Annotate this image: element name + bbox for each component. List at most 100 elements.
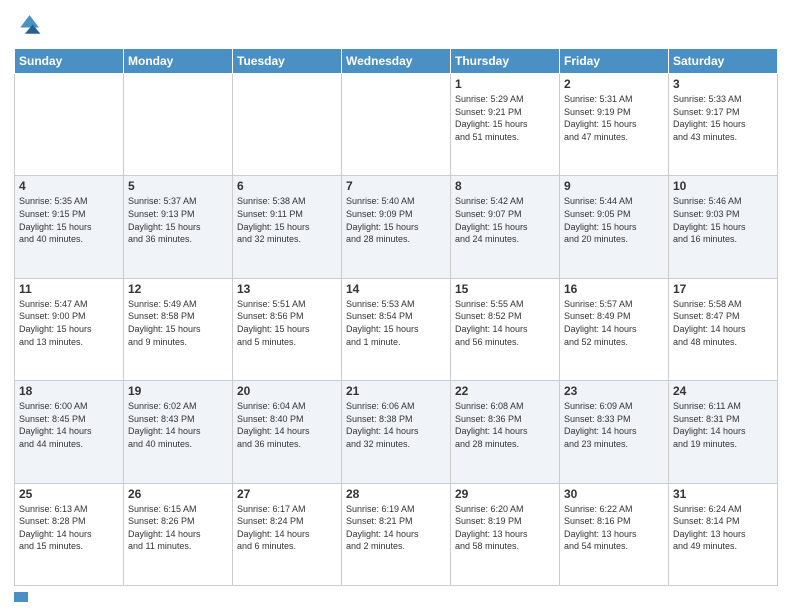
day-cell: 11 Sunrise: 5:47 AM Sunset: 9:00 PM Dayli…	[15, 278, 124, 380]
day-number: 14	[346, 282, 446, 296]
day-info: Sunrise: 6:00 AM Sunset: 8:45 PM Dayligh…	[19, 400, 119, 450]
day-cell: 21 Sunrise: 6:06 AM Sunset: 8:38 PM Dayli…	[342, 381, 451, 483]
day-info: Sunrise: 5:51 AM Sunset: 8:56 PM Dayligh…	[237, 298, 337, 348]
day-cell: 5 Sunrise: 5:37 AM Sunset: 9:13 PM Daylig…	[124, 176, 233, 278]
day-info: Sunrise: 5:58 AM Sunset: 8:47 PM Dayligh…	[673, 298, 773, 348]
day-info: Sunrise: 6:06 AM Sunset: 8:38 PM Dayligh…	[346, 400, 446, 450]
day-cell	[15, 74, 124, 176]
footer	[14, 592, 778, 602]
day-number: 25	[19, 487, 119, 501]
day-cell: 28 Sunrise: 6:19 AM Sunset: 8:21 PM Dayli…	[342, 483, 451, 585]
day-cell: 6 Sunrise: 5:38 AM Sunset: 9:11 PM Daylig…	[233, 176, 342, 278]
day-cell: 12Sunrise: 5:49 AM Sunset: 8:58 PM Dayli…	[124, 278, 233, 380]
day-number: 3	[673, 77, 773, 91]
day-number: 6	[237, 179, 337, 193]
day-info: Sunrise: 6:08 AM Sunset: 8:36 PM Dayligh…	[455, 400, 555, 450]
day-number: 17	[673, 282, 773, 296]
logo-icon	[14, 12, 42, 40]
day-info: Sunrise: 6:15 AM Sunset: 8:26 PM Dayligh…	[128, 503, 228, 553]
day-number: 5	[128, 179, 228, 193]
legend-color-box	[14, 592, 28, 602]
day-info: Sunrise: 6:04 AM Sunset: 8:40 PM Dayligh…	[237, 400, 337, 450]
day-number: 26	[128, 487, 228, 501]
weekday-header-sunday: Sunday	[15, 49, 124, 74]
day-number: 20	[237, 384, 337, 398]
day-cell: 7 Sunrise: 5:40 AM Sunset: 9:09 PM Daylig…	[342, 176, 451, 278]
day-info: Sunrise: 6:19 AM Sunset: 8:21 PM Dayligh…	[346, 503, 446, 553]
day-info: Sunrise: 5:38 AM Sunset: 9:11 PM Dayligh…	[237, 195, 337, 245]
day-info: Sunrise: 6:17 AM Sunset: 8:24 PM Dayligh…	[237, 503, 337, 553]
day-info: Sunrise: 6:24 AM Sunset: 8:14 PM Dayligh…	[673, 503, 773, 553]
day-number: 12	[128, 282, 228, 296]
day-info: Sunrise: 6:13 AM Sunset: 8:28 PM Dayligh…	[19, 503, 119, 553]
day-cell: 4Sunrise: 5:35 AM Sunset: 9:15 PM Daylig…	[15, 176, 124, 278]
day-number: 13	[237, 282, 337, 296]
day-info: Sunrise: 6:20 AM Sunset: 8:19 PM Dayligh…	[455, 503, 555, 553]
day-cell: 27 Sunrise: 6:17 AM Sunset: 8:24 PM Dayli…	[233, 483, 342, 585]
weekday-header-saturday: Saturday	[669, 49, 778, 74]
day-cell: 19 Sunrise: 6:02 AM Sunset: 8:43 PM Dayli…	[124, 381, 233, 483]
calendar-table: SundayMondayTuesdayWednesdayThursdayFrid…	[14, 48, 778, 586]
day-cell: 16Sunrise: 5:57 AM Sunset: 8:49 PM Dayli…	[560, 278, 669, 380]
day-info: Sunrise: 6:02 AM Sunset: 8:43 PM Dayligh…	[128, 400, 228, 450]
day-cell: 8 Sunrise: 5:42 AM Sunset: 9:07 PM Daylig…	[451, 176, 560, 278]
week-row-4: 18 Sunrise: 6:00 AM Sunset: 8:45 PM Dayli…	[15, 381, 778, 483]
day-cell: 31 Sunrise: 6:24 AM Sunset: 8:14 PM Dayli…	[669, 483, 778, 585]
week-row-1: 1Sunrise: 5:29 AM Sunset: 9:21 PM Daylig…	[15, 74, 778, 176]
day-cell: 13 Sunrise: 5:51 AM Sunset: 8:56 PM Dayli…	[233, 278, 342, 380]
day-cell: 18 Sunrise: 6:00 AM Sunset: 8:45 PM Dayli…	[15, 381, 124, 483]
day-info: Sunrise: 5:42 AM Sunset: 9:07 PM Dayligh…	[455, 195, 555, 245]
day-number: 9	[564, 179, 664, 193]
day-info: Sunrise: 5:29 AM Sunset: 9:21 PM Dayligh…	[455, 93, 555, 143]
page: SundayMondayTuesdayWednesdayThursdayFrid…	[0, 0, 792, 612]
day-cell: 9 Sunrise: 5:44 AM Sunset: 9:05 PM Daylig…	[560, 176, 669, 278]
day-number: 31	[673, 487, 773, 501]
day-cell: 14Sunrise: 5:53 AM Sunset: 8:54 PM Dayli…	[342, 278, 451, 380]
day-number: 21	[346, 384, 446, 398]
day-cell: 20 Sunrise: 6:04 AM Sunset: 8:40 PM Dayli…	[233, 381, 342, 483]
weekday-header-friday: Friday	[560, 49, 669, 74]
day-number: 28	[346, 487, 446, 501]
day-info: Sunrise: 5:31 AM Sunset: 9:19 PM Dayligh…	[564, 93, 664, 143]
day-info: Sunrise: 5:57 AM Sunset: 8:49 PM Dayligh…	[564, 298, 664, 348]
day-info: Sunrise: 5:37 AM Sunset: 9:13 PM Dayligh…	[128, 195, 228, 245]
day-number: 19	[128, 384, 228, 398]
header	[14, 12, 778, 40]
day-number: 24	[673, 384, 773, 398]
day-number: 30	[564, 487, 664, 501]
day-number: 22	[455, 384, 555, 398]
day-number: 7	[346, 179, 446, 193]
day-cell: 15 Sunrise: 5:55 AM Sunset: 8:52 PM Dayli…	[451, 278, 560, 380]
day-number: 27	[237, 487, 337, 501]
day-cell: 29 Sunrise: 6:20 AM Sunset: 8:19 PM Dayli…	[451, 483, 560, 585]
day-number: 23	[564, 384, 664, 398]
weekday-header-wednesday: Wednesday	[342, 49, 451, 74]
day-cell: 3Sunrise: 5:33 AM Sunset: 9:17 PM Daylig…	[669, 74, 778, 176]
day-info: Sunrise: 5:47 AM Sunset: 9:00 PM Dayligh…	[19, 298, 119, 348]
day-cell: 10Sunrise: 5:46 AM Sunset: 9:03 PM Dayli…	[669, 176, 778, 278]
day-cell: 17 Sunrise: 5:58 AM Sunset: 8:47 PM Dayli…	[669, 278, 778, 380]
day-number: 15	[455, 282, 555, 296]
week-row-5: 25 Sunrise: 6:13 AM Sunset: 8:28 PM Dayli…	[15, 483, 778, 585]
logo	[14, 12, 46, 40]
day-info: Sunrise: 6:09 AM Sunset: 8:33 PM Dayligh…	[564, 400, 664, 450]
week-row-3: 11 Sunrise: 5:47 AM Sunset: 9:00 PM Dayli…	[15, 278, 778, 380]
day-number: 18	[19, 384, 119, 398]
day-number: 10	[673, 179, 773, 193]
day-number: 8	[455, 179, 555, 193]
week-row-2: 4Sunrise: 5:35 AM Sunset: 9:15 PM Daylig…	[15, 176, 778, 278]
day-cell: 2Sunrise: 5:31 AM Sunset: 9:19 PM Daylig…	[560, 74, 669, 176]
day-info: Sunrise: 5:44 AM Sunset: 9:05 PM Dayligh…	[564, 195, 664, 245]
day-info: Sunrise: 5:55 AM Sunset: 8:52 PM Dayligh…	[455, 298, 555, 348]
day-info: Sunrise: 5:40 AM Sunset: 9:09 PM Dayligh…	[346, 195, 446, 245]
weekday-header-monday: Monday	[124, 49, 233, 74]
day-info: Sunrise: 6:11 AM Sunset: 8:31 PM Dayligh…	[673, 400, 773, 450]
day-cell	[124, 74, 233, 176]
day-number: 29	[455, 487, 555, 501]
day-number: 11	[19, 282, 119, 296]
day-cell: 30Sunrise: 6:22 AM Sunset: 8:16 PM Dayli…	[560, 483, 669, 585]
day-cell	[233, 74, 342, 176]
header-row: SundayMondayTuesdayWednesdayThursdayFrid…	[15, 49, 778, 74]
day-cell	[342, 74, 451, 176]
day-cell: 23 Sunrise: 6:09 AM Sunset: 8:33 PM Dayli…	[560, 381, 669, 483]
